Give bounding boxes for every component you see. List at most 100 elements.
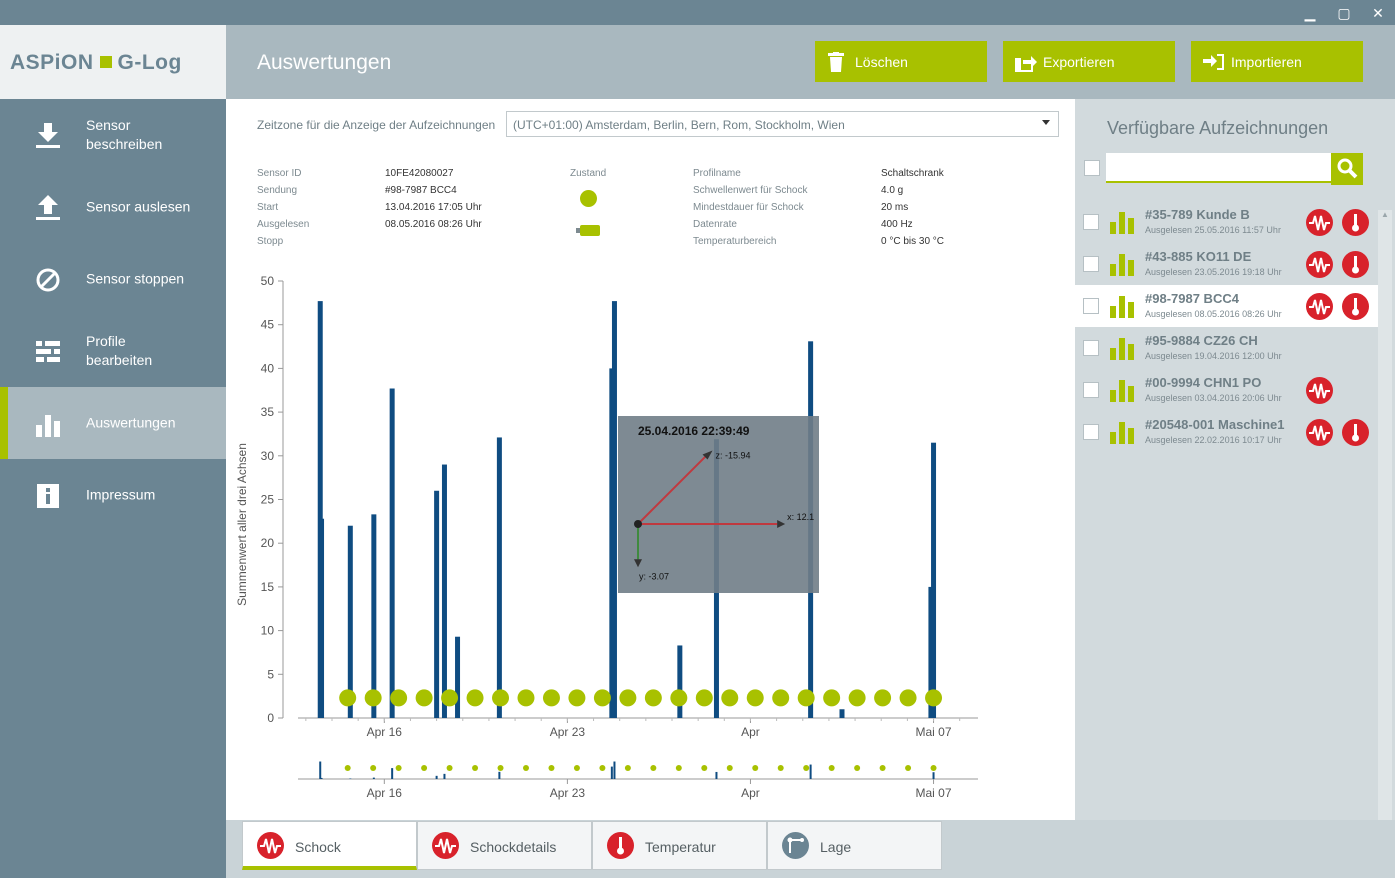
recording-row[interactable]: #35-789 Kunde B Ausgelesen 25.05.2016 11:…: [1075, 201, 1378, 243]
thermometer-icon[interactable]: [1342, 251, 1369, 278]
y-value-label: y: -3.07: [639, 571, 669, 581]
navigator-marker: [701, 765, 708, 771]
thermometer-icon: [607, 832, 634, 859]
tab-schockdetails[interactable]: Schockdetails: [417, 821, 592, 870]
sidebar-item-sensor-stoppen[interactable]: Sensor stoppen: [0, 243, 226, 315]
tab-schock[interactable]: Schock: [242, 821, 417, 870]
import-icon: [1203, 54, 1224, 70]
close-button[interactable]: ✕: [1365, 3, 1391, 23]
shock-marker: [415, 689, 433, 707]
recordings-panel: Verfügbare Aufzeichnungen #35-789 Kunde …: [1075, 99, 1395, 878]
navigator-bar: [715, 771, 718, 779]
recording-checkbox[interactable]: [1083, 298, 1099, 314]
thermometer-icon[interactable]: [1342, 293, 1369, 320]
search-button[interactable]: [1331, 153, 1363, 185]
recording-checkbox[interactable]: [1083, 424, 1099, 440]
shock-marker: [390, 689, 408, 707]
recording-checkbox[interactable]: [1083, 340, 1099, 356]
shock-marker: [339, 689, 357, 707]
search-input[interactable]: [1106, 153, 1332, 183]
navigator-bar: [435, 775, 438, 779]
sidebar-item-auswertungen[interactable]: Auswertungen: [0, 387, 226, 459]
navigator-bar: [498, 771, 501, 779]
export-button-label: Exportieren: [1043, 54, 1115, 70]
shock-marker: [899, 689, 917, 707]
navigator-marker: [675, 765, 682, 771]
thermometer-icon[interactable]: [1342, 209, 1369, 236]
sidebar-item-impressum[interactable]: Impressum: [0, 459, 226, 531]
header: Auswertungen Löschen Exportieren Importi…: [226, 25, 1395, 99]
import-button[interactable]: Importieren: [1191, 41, 1363, 82]
navigator-bar: [372, 777, 375, 779]
recording-row[interactable]: #95-9884 CZ26 CH Ausgelesen 19.04.2016 12…: [1075, 327, 1378, 369]
navigator-tick-label: Apr 23: [550, 786, 586, 800]
y-tick-label: 40: [261, 361, 275, 375]
shock-icon[interactable]: [1306, 419, 1333, 446]
tab-label: Schock: [295, 839, 341, 855]
bar-chart-icon: [1110, 422, 1134, 444]
navigator-tick-label: Apr 16: [367, 786, 403, 800]
navigator-bar: [610, 766, 613, 779]
shock-marker: [466, 689, 484, 707]
sidebar-item-profile-bearbeiten[interactable]: Profile bearbeiten: [0, 315, 226, 387]
shock-icon[interactable]: [1306, 251, 1333, 278]
recording-checkbox[interactable]: [1083, 214, 1099, 230]
axis-vector-diagram: x: 12.1 y: -3.07 z: -15.94: [634, 450, 814, 581]
shock-marker: [670, 689, 688, 707]
export-button[interactable]: Exportieren: [1003, 41, 1175, 82]
shock-marker: [568, 689, 586, 707]
navigator-marker: [777, 765, 784, 771]
recording-checkbox[interactable]: [1083, 382, 1099, 398]
navigator-bar: [443, 773, 446, 779]
shock-marker: [517, 689, 535, 707]
recording-row[interactable]: #20548-001 Maschine1 Ausgelesen 22.02.201…: [1075, 411, 1378, 453]
x-arrowhead: [777, 520, 786, 528]
recording-checkbox[interactable]: [1083, 256, 1099, 272]
navigator-marker: [624, 765, 631, 771]
y-tick-label: 50: [261, 274, 275, 288]
shock-icon[interactable]: [1306, 377, 1333, 404]
recording-name: #43-885 KO11 DE: [1145, 249, 1252, 264]
recording-row[interactable]: #00-9994 CHN1 PO Ausgelesen 03.04.2016 20…: [1075, 369, 1378, 411]
shock-icon[interactable]: [1306, 209, 1333, 236]
sidebar: Sensor beschreiben Sensor auslesen Senso…: [0, 99, 226, 878]
select-all-checkbox[interactable]: [1084, 160, 1100, 176]
navigator-marker: [854, 765, 861, 771]
search-icon: [1337, 158, 1358, 179]
logo-left: ASPiON: [10, 51, 94, 74]
recording-date: Ausgelesen 23.05.2016 19:18 Uhr: [1145, 267, 1282, 277]
trash-icon: [828, 52, 844, 72]
shock-marker: [746, 689, 764, 707]
recording-row[interactable]: #98-7987 BCC4 Ausgelesen 08.05.2016 08:26…: [1075, 285, 1378, 327]
recordings-scrollbar[interactable]: ▲ ▼: [1378, 210, 1392, 874]
thermometer-icon[interactable]: [1342, 419, 1369, 446]
bar-chart-icon: [1110, 380, 1134, 402]
sidebar-item-label: Sensor stoppen: [86, 270, 185, 287]
recording-date: Ausgelesen 08.05.2016 08:26 Uhr: [1145, 309, 1282, 319]
navigator-marker: [344, 765, 351, 771]
shock-marker: [542, 689, 560, 707]
shock-marker: [874, 689, 892, 707]
navigator-marker: [522, 765, 529, 771]
navigator-marker: [395, 765, 402, 771]
scroll-up-icon[interactable]: ▲: [1381, 210, 1389, 219]
tab-lage[interactable]: Lage: [767, 821, 942, 870]
shock-marker: [619, 689, 637, 707]
tab-label: Schockdetails: [470, 839, 557, 855]
minimize-button[interactable]: ▁: [1297, 3, 1323, 23]
navigator-marker: [446, 765, 453, 771]
navigator-marker: [650, 765, 657, 771]
maximize-button[interactable]: ▢: [1331, 3, 1357, 23]
recording-name: #95-9884 CZ26 CH: [1145, 333, 1258, 348]
bar: [611, 301, 617, 718]
app-logo: ASPiON G-Log: [0, 25, 226, 99]
title-bar: ▁ ▢ ✕: [0, 0, 1395, 25]
navigator-marker: [752, 765, 759, 771]
sidebar-item-sensor-beschreiben[interactable]: Sensor beschreiben: [0, 99, 226, 171]
navigator-marker: [548, 765, 555, 771]
tab-temperatur[interactable]: Temperatur: [592, 821, 767, 870]
delete-button[interactable]: Löschen: [815, 41, 987, 82]
recording-row[interactable]: #43-885 KO11 DE Ausgelesen 23.05.2016 19:…: [1075, 243, 1378, 285]
shock-icon[interactable]: [1306, 293, 1333, 320]
sidebar-item-sensor-auslesen[interactable]: Sensor auslesen: [0, 171, 226, 243]
